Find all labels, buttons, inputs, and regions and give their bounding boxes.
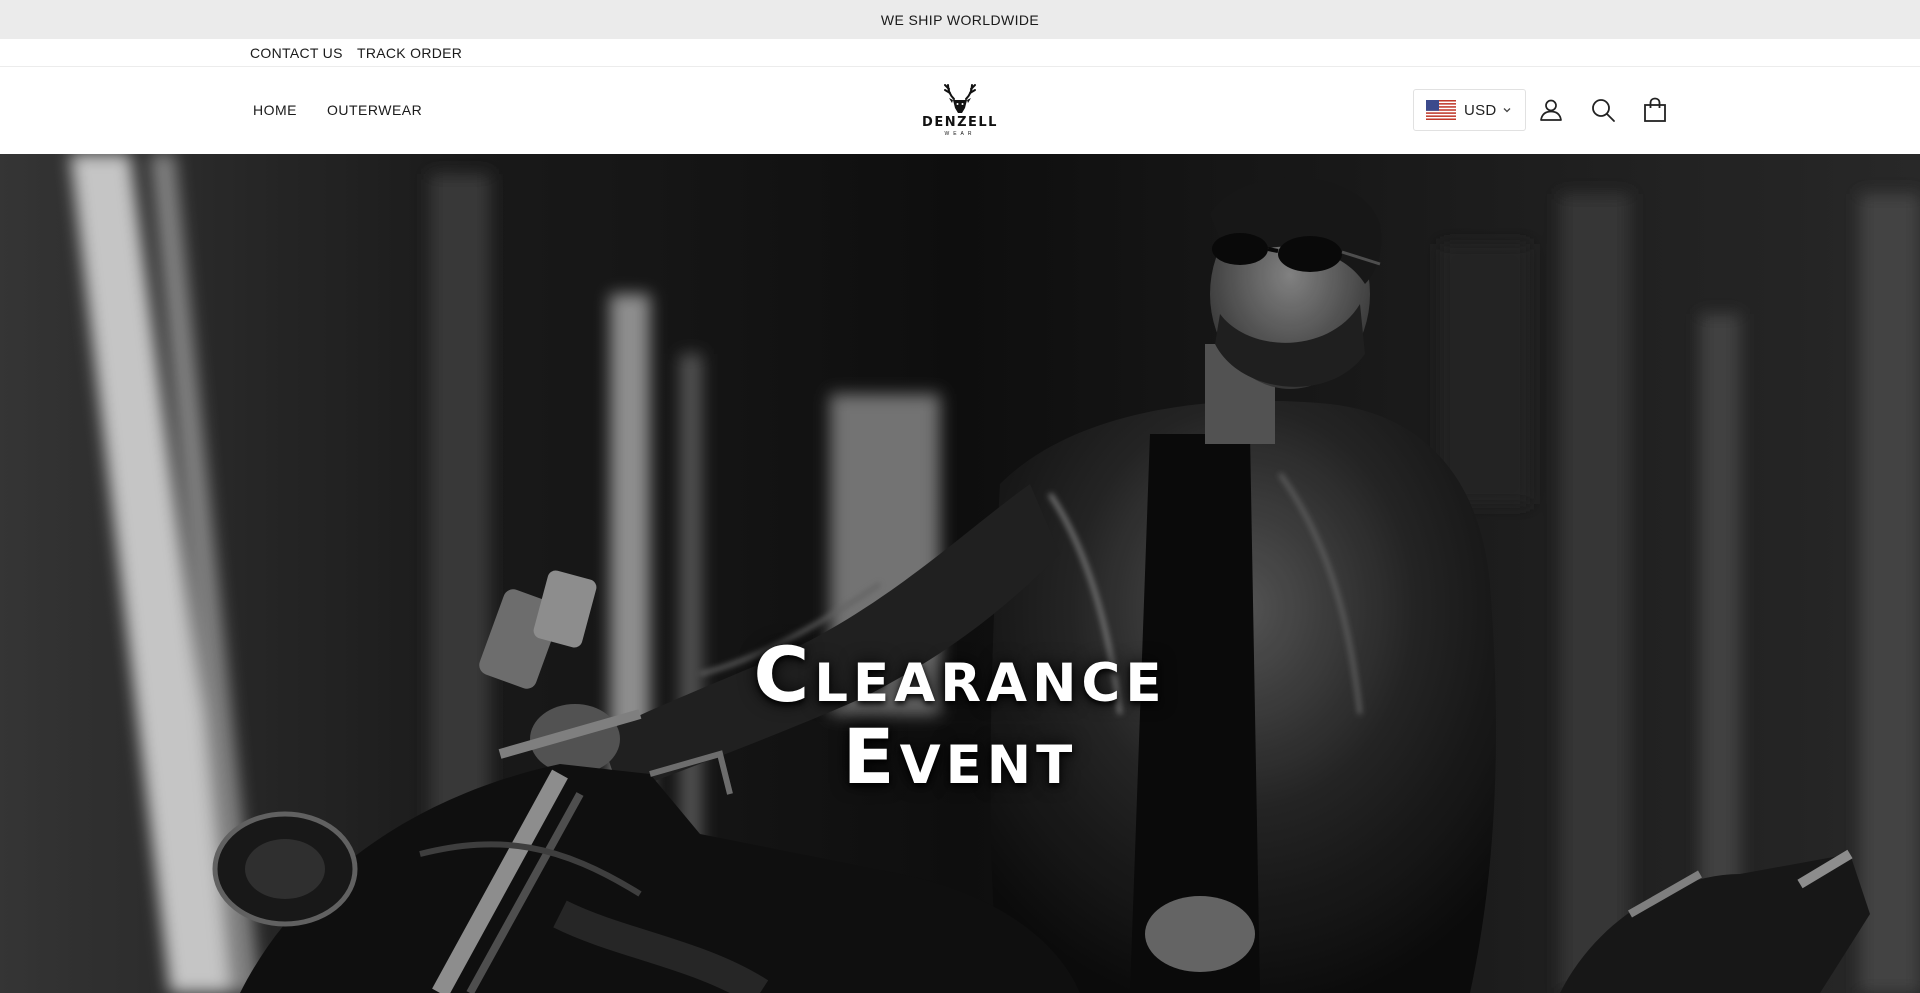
logo-wordmark: DENZELL	[922, 115, 998, 130]
search-button[interactable]	[1589, 96, 1617, 124]
announcement-text: WE SHIP WORLDWIDE	[880, 11, 1040, 28]
contact-us-link[interactable]: CONTACT US	[250, 39, 343, 67]
user-icon	[1540, 99, 1562, 121]
nav-item-home[interactable]: HOME	[253, 67, 297, 154]
stag-logo-icon	[944, 84, 976, 113]
hero-title: Clearance Event	[560, 634, 1360, 798]
nav-item-outerwear[interactable]: OUTERWEAR	[327, 67, 422, 154]
logo-subtitle: WEAR	[944, 131, 976, 137]
currency-selector[interactable]: USD	[1413, 89, 1526, 131]
site-header: HOME OUTERWEAR DENZELL WEAR USD	[0, 67, 1920, 154]
us-flag-icon	[1426, 100, 1456, 120]
brand-logo[interactable]: DENZELL WEAR	[915, 81, 1005, 139]
utility-bar: CONTACT US TRACK ORDER	[0, 39, 1920, 67]
search-icon	[1592, 99, 1615, 122]
account-button[interactable]	[1537, 96, 1565, 124]
track-order-link[interactable]: TRACK ORDER	[357, 39, 462, 67]
cart-icon	[1644, 97, 1666, 122]
cart-button[interactable]	[1641, 96, 1669, 124]
hero-title-line-1: Clearance	[753, 630, 1167, 719]
currency-code: USD	[1464, 101, 1497, 119]
hero-title-line-2: Event	[842, 712, 1078, 801]
hero-background-image	[0, 154, 1920, 993]
hero-banner[interactable]: Clearance Event	[0, 154, 1920, 993]
chevron-down-icon	[1503, 108, 1511, 113]
announcement-bar: WE SHIP WORLDWIDE	[0, 0, 1920, 39]
